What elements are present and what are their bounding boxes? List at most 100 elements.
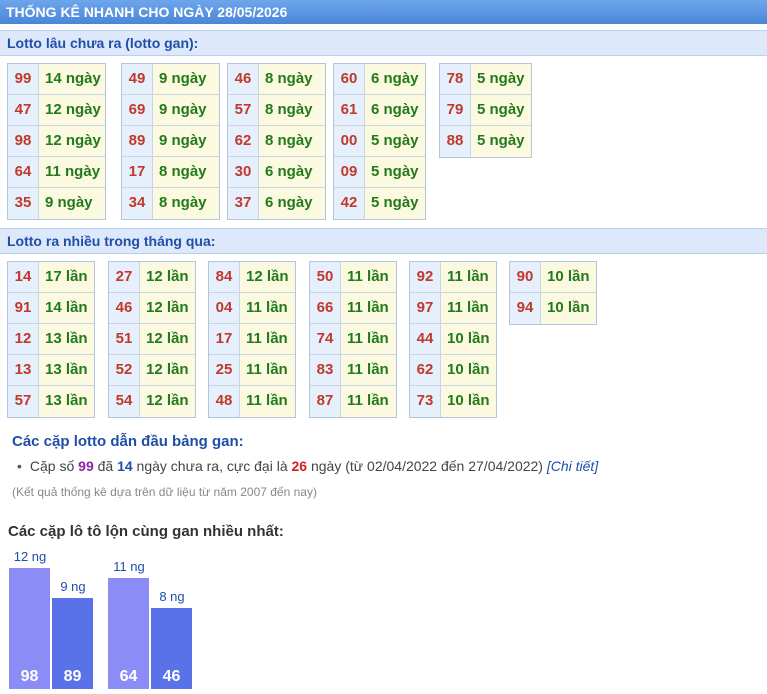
freq-row: 57 13 lần: [8, 386, 94, 417]
gan-row: 00 5 ngày: [334, 126, 425, 157]
freq-number[interactable]: 12: [8, 324, 39, 354]
freq-number[interactable]: 84: [209, 262, 240, 292]
gan-number[interactable]: 60: [334, 64, 365, 94]
chart-bar: 98: [9, 568, 50, 689]
gan-number[interactable]: 64: [8, 157, 39, 187]
pairs-heading: Các cặp lotto dẫn đầu bảng gan:: [12, 433, 244, 450]
gan-value: 6 ngày: [259, 188, 325, 219]
freq-number[interactable]: 83: [310, 355, 341, 385]
gan-number[interactable]: 34: [122, 188, 153, 219]
freq-number[interactable]: 57: [8, 386, 39, 417]
freq-number[interactable]: 50: [310, 262, 341, 292]
freq-number[interactable]: 17: [209, 324, 240, 354]
gan-row: 35 9 ngày: [8, 188, 105, 219]
freq-row: 17 11 lần: [209, 324, 295, 355]
chart-heading: Các cặp lô tô lộn cùng gan nhiều nhất:: [8, 523, 284, 540]
gan-number[interactable]: 57: [228, 95, 259, 125]
gan-row: 47 12 ngày: [8, 95, 105, 126]
freq-value: 10 lần: [541, 293, 596, 324]
chart-category-label: 98: [20, 668, 39, 685]
freq-number[interactable]: 97: [410, 293, 441, 323]
freq-value: 12 lần: [240, 262, 295, 292]
gan-row: 78 5 ngày: [440, 64, 531, 95]
gan-number[interactable]: 00: [334, 126, 365, 156]
gan-number[interactable]: 61: [334, 95, 365, 125]
gan-number[interactable]: 47: [8, 95, 39, 125]
freq-number[interactable]: 14: [8, 262, 39, 292]
freq-value: 11 lần: [240, 293, 295, 323]
gan-value: 6 ngày: [365, 64, 425, 94]
freq-number[interactable]: 54: [109, 386, 140, 417]
freq-number[interactable]: 91: [8, 293, 39, 323]
gan-number[interactable]: 35: [8, 188, 39, 219]
gan-value: 11 ngày: [39, 157, 105, 187]
freq-value: 12 lần: [140, 262, 195, 292]
freq-number[interactable]: 62: [410, 355, 441, 385]
freq-number[interactable]: 73: [410, 386, 441, 417]
data-note: (Kết quả thống kê dựa trên dữ liệu từ nă…: [12, 485, 317, 499]
freq-row: 90 10 lần: [510, 262, 596, 293]
freq-value: 11 lần: [341, 262, 396, 292]
gan-number[interactable]: 49: [122, 64, 153, 94]
freq-value: 13 lần: [39, 355, 94, 385]
gan-section-title: Lotto lâu chưa ra (lotto gan):: [0, 30, 767, 56]
gan-number[interactable]: 88: [440, 126, 471, 157]
freq-value: 17 lần: [39, 262, 94, 292]
freq-number[interactable]: 13: [8, 355, 39, 385]
gan-row: 09 5 ngày: [334, 157, 425, 188]
freq-row: 25 11 lần: [209, 355, 295, 386]
gan-value: 8 ngày: [259, 126, 325, 156]
gan-number[interactable]: 79: [440, 95, 471, 125]
gan-number[interactable]: 89: [122, 126, 153, 156]
gan-number[interactable]: 42: [334, 188, 365, 219]
freq-number[interactable]: 44: [410, 324, 441, 354]
pair-number: 99: [78, 458, 94, 474]
gan-value: 5 ngày: [471, 126, 531, 157]
gan-row: 89 9 ngày: [122, 126, 219, 157]
gan-value: 9 ngày: [39, 188, 105, 219]
freq-number[interactable]: 92: [410, 262, 441, 292]
gan-row: 42 5 ngày: [334, 188, 425, 219]
freq-number[interactable]: 48: [209, 386, 240, 417]
gan-number[interactable]: 78: [440, 64, 471, 94]
freq-row: 73 10 lần: [410, 386, 496, 417]
gan-number[interactable]: 62: [228, 126, 259, 156]
gan-number[interactable]: 17: [122, 157, 153, 187]
freq-number[interactable]: 94: [510, 293, 541, 324]
gan-number[interactable]: 99: [8, 64, 39, 94]
detail-link[interactable]: [Chi tiết]: [547, 458, 598, 474]
freq-row: 46 12 lần: [109, 293, 195, 324]
freq-number[interactable]: 87: [310, 386, 341, 417]
gan-number[interactable]: 46: [228, 64, 259, 94]
chart-bar: 46: [151, 608, 192, 689]
gan-column: 99 14 ngày 47 12 ngày 98 12 ngày 64 11 ngày 35 9 …: [7, 63, 106, 220]
freq-number[interactable]: 66: [310, 293, 341, 323]
gan-row: 49 9 ngày: [122, 64, 219, 95]
freq-number[interactable]: 04: [209, 293, 240, 323]
freq-number[interactable]: 25: [209, 355, 240, 385]
gan-value: 6 ngày: [259, 157, 325, 187]
freq-value: 11 lần: [240, 355, 295, 385]
freq-number[interactable]: 74: [310, 324, 341, 354]
gan-row: 64 11 ngày: [8, 157, 105, 188]
freq-value: 11 lần: [240, 324, 295, 354]
freq-number[interactable]: 46: [109, 293, 140, 323]
gan-value: 8 ngày: [153, 157, 219, 187]
gan-number[interactable]: 98: [8, 126, 39, 156]
gan-number[interactable]: 69: [122, 95, 153, 125]
gan-value: 12 ngày: [39, 95, 105, 125]
freq-number[interactable]: 52: [109, 355, 140, 385]
freq-value: 13 lần: [39, 386, 94, 417]
freq-number[interactable]: 90: [510, 262, 541, 292]
freq-row: 54 12 lần: [109, 386, 195, 417]
freq-value: 10 lần: [541, 262, 596, 292]
chart-category-label: 46: [162, 668, 181, 685]
freq-number[interactable]: 51: [109, 324, 140, 354]
gan-number[interactable]: 09: [334, 157, 365, 187]
page-title: THỐNG KÊ NHANH CHO NGÀY 28/05/2026: [0, 0, 767, 24]
freq-number[interactable]: 27: [109, 262, 140, 292]
gan-number[interactable]: 37: [228, 188, 259, 219]
freq-value: 12 lần: [140, 324, 195, 354]
gan-number[interactable]: 30: [228, 157, 259, 187]
gan-row: 99 14 ngày: [8, 64, 105, 95]
